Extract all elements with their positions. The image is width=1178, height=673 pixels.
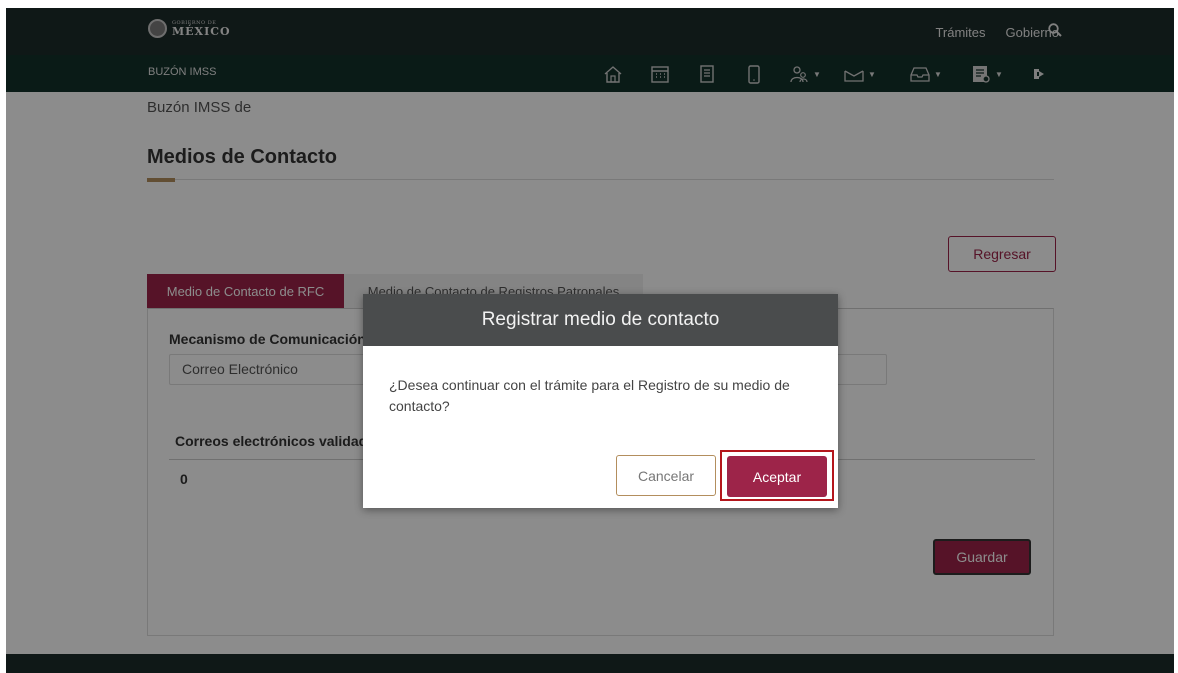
modal-message: ¿Desea continuar con el trámite para el … (389, 377, 790, 414)
cancel-button[interactable]: Cancelar (616, 455, 716, 496)
accept-button[interactable]: Aceptar (727, 456, 827, 497)
confirm-modal: Registrar medio de contacto ¿Desea conti… (363, 294, 838, 508)
modal-title: Registrar medio de contacto (363, 294, 838, 346)
app-window: GOBIERNO DE MÉXICO Trámites Gobierno BUZ… (6, 8, 1174, 673)
highlight-box: Aceptar (720, 450, 834, 501)
